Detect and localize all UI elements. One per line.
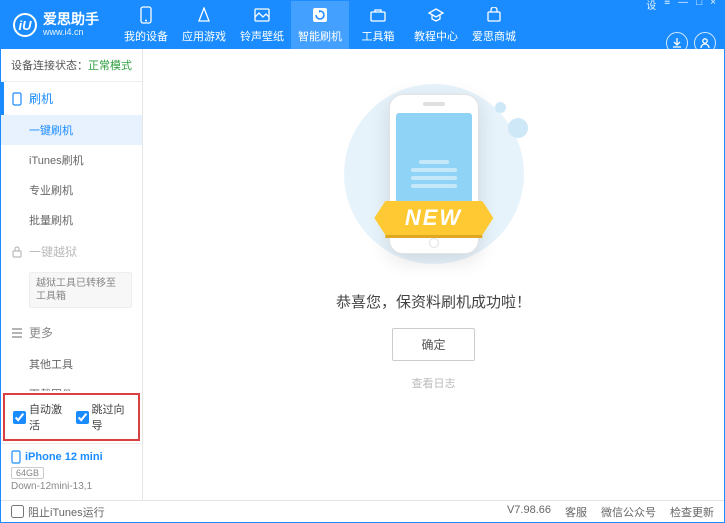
sidebar-other-tools[interactable]: 其他工具 [1, 349, 142, 379]
sidebar-oneclick-flash[interactable]: 一键刷机 [1, 115, 142, 145]
graduation-icon [427, 6, 445, 24]
title-bar: iU 爱思助手 www.i4.cn 我的设备 应用游戏 铃声壁纸 智能刷机 工具… [1, 1, 724, 49]
sidebar-itunes-flash[interactable]: iTunes刷机 [1, 145, 142, 175]
nav-label: 我的设备 [124, 28, 168, 44]
footer-bar: 阻止iTunes运行 V7.98.66 客服 微信公众号 检查更新 [1, 500, 724, 522]
sidebar-batch-flash[interactable]: 批量刷机 [1, 205, 142, 235]
success-message: 恭喜您，保资料刷机成功啦！ [336, 291, 531, 312]
phone-icon [137, 6, 155, 24]
nav-label: 工具箱 [362, 28, 395, 44]
phone-icon [11, 450, 21, 464]
device-info[interactable]: iPhone 12 mini 64GB Down-12mini-13,1 [1, 443, 142, 500]
brand-url: www.i4.cn [43, 28, 99, 38]
device-status: 设备连接状态：正常模式 [1, 49, 142, 82]
skip-guide-checkbox[interactable]: 跳过向导 [76, 401, 131, 433]
menu-button[interactable]: ≡ [664, 0, 670, 12]
block-itunes-checkbox[interactable]: 阻止iTunes运行 [11, 504, 105, 520]
nav-toolbox[interactable]: 工具箱 [349, 1, 407, 49]
lock-icon [11, 246, 23, 258]
sidebar-group-flash[interactable]: 刷机 [1, 82, 142, 115]
nav-store[interactable]: 爱思商城 [465, 1, 523, 49]
nav-label: 教程中心 [414, 28, 458, 44]
sidebar-download-firmware[interactable]: 下载固件 [1, 379, 142, 391]
settings-button[interactable]: 设 [646, 0, 656, 12]
new-ribbon: NEW [385, 201, 482, 235]
brand-logo: iU 爱思助手 www.i4.cn [13, 12, 99, 37]
nav-label: 智能刷机 [298, 28, 342, 44]
version-text: V7.98.66 [507, 504, 551, 520]
main-content: NEW 恭喜您，保资料刷机成功啦！ 确定 查看日志 [143, 49, 724, 500]
sidebar-pro-flash[interactable]: 专业刷机 [1, 175, 142, 205]
brand-name: 爱思助手 [43, 12, 99, 27]
options-highlight-box: 自动激活 跳过向导 [3, 393, 140, 441]
sidebar-group-more[interactable]: 更多 [1, 316, 142, 349]
store-icon [485, 6, 503, 24]
device-name-text: iPhone 12 mini [25, 451, 103, 463]
wallpaper-icon [253, 6, 271, 24]
device-detail: Down-12mini-13,1 [11, 481, 132, 492]
apps-icon [195, 6, 213, 24]
logo-icon: iU [13, 13, 37, 37]
nav-label: 爱思商城 [472, 28, 516, 44]
success-illustration: NEW [324, 79, 544, 269]
close-button[interactable]: × [710, 0, 716, 12]
minimize-button[interactable]: — [678, 0, 688, 12]
menu-icon [11, 328, 23, 338]
device-storage: 64GB [11, 467, 44, 479]
nav-tutorials[interactable]: 教程中心 [407, 1, 465, 49]
status-value: 正常模式 [88, 60, 132, 72]
phone-icon [11, 92, 23, 106]
nav-flash[interactable]: 智能刷机 [291, 1, 349, 49]
maximize-button[interactable]: □ [696, 0, 702, 12]
toolbox-icon [369, 6, 387, 24]
nav-apps[interactable]: 应用游戏 [175, 1, 233, 49]
wechat-link[interactable]: 微信公众号 [601, 504, 656, 520]
sidebar: 设备连接状态：正常模式 刷机 一键刷机 iTunes刷机 专业刷机 批量刷机 一… [1, 49, 143, 500]
nav-ringtones[interactable]: 铃声壁纸 [233, 1, 291, 49]
main-nav: 我的设备 应用游戏 铃声壁纸 智能刷机 工具箱 教程中心 爱思商城 [117, 1, 646, 49]
jailbreak-note: 越狱工具已转移至工具箱 [29, 272, 132, 308]
nav-label: 应用游戏 [182, 28, 226, 44]
ok-button[interactable]: 确定 [392, 328, 474, 361]
refresh-icon [311, 6, 329, 24]
nav-label: 铃声壁纸 [240, 28, 284, 44]
nav-my-device[interactable]: 我的设备 [117, 1, 175, 49]
view-log-link[interactable]: 查看日志 [412, 375, 456, 391]
customer-service-link[interactable]: 客服 [565, 504, 587, 520]
check-update-link[interactable]: 检查更新 [670, 504, 714, 520]
sidebar-group-jailbreak: 一键越狱 [1, 235, 142, 268]
auto-activate-checkbox[interactable]: 自动激活 [13, 401, 68, 433]
